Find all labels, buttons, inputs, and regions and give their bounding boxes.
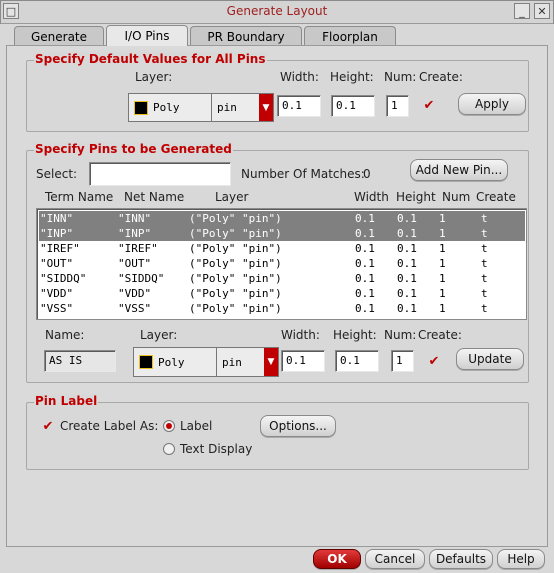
pin-width-field[interactable]: 0.1 xyxy=(281,350,325,372)
pin-name-label: Name: xyxy=(45,328,85,342)
minimize-icon[interactable]: _ xyxy=(514,3,530,19)
default-create-checkbox[interactable]: ✔ xyxy=(422,98,436,112)
table-row[interactable]: "VSS" "VSS" ("Poly" "pin") 0.1 0.1 1 t xyxy=(39,301,525,316)
pin-label-group-title: Pin Label xyxy=(34,394,99,408)
radio-text-display[interactable] xyxy=(163,443,175,455)
default-num-label: Num: xyxy=(384,70,417,84)
column-num: Num xyxy=(442,190,471,204)
window-title: Generate Layout xyxy=(226,4,328,18)
pin-layer-select[interactable]: Poly pin ▼ xyxy=(133,347,279,377)
help-button[interactable]: Help xyxy=(497,549,545,569)
default-layer-select[interactable]: Poly pin ▼ xyxy=(128,93,274,122)
add-new-pin-button[interactable]: Add New Pin... xyxy=(410,159,508,181)
default-layer-value: Poly xyxy=(153,101,180,114)
pin-create-checkbox[interactable]: ✔ xyxy=(427,354,441,368)
select-label: Select: xyxy=(36,167,78,181)
pins-table[interactable]: "INN" "INN" ("Poly" "pin") 0.1 0.1 1 t "… xyxy=(36,208,527,320)
pin-width-label: Width: xyxy=(281,328,320,342)
column-net-name: Net Name xyxy=(124,190,185,204)
window-menu-icon[interactable]: □ xyxy=(3,3,19,19)
matches-label: Number Of Matches: xyxy=(241,167,365,181)
pin-create-label: Create: xyxy=(418,328,462,342)
close-icon[interactable]: ✕ xyxy=(534,3,550,19)
tab-floorplan[interactable]: Floorplan xyxy=(304,26,396,46)
pin-num-label: Num: xyxy=(384,328,417,342)
default-create-label: Create: xyxy=(419,70,463,84)
table-row[interactable]: "IREF" "IREF" ("Poly" "pin") 0.1 0.1 1 t xyxy=(39,241,525,256)
pin-num-field[interactable]: 1 xyxy=(391,350,414,372)
matches-count: 0 xyxy=(363,167,371,181)
layer-color-swatch xyxy=(134,100,148,115)
table-row[interactable]: "VDD" "VDD" ("Poly" "pin") 0.1 0.1 1 t xyxy=(39,286,525,301)
default-width-field[interactable]: 0.1 xyxy=(277,95,321,117)
column-term-name: Term Name xyxy=(45,190,114,204)
defaults-button[interactable]: Defaults xyxy=(429,549,493,569)
default-height-field[interactable]: 0.1 xyxy=(331,95,375,117)
default-purpose-value: pin xyxy=(211,94,243,121)
chevron-down-icon[interactable]: ▼ xyxy=(264,348,278,376)
table-row[interactable]: "SIDDQ" "SIDDQ" ("Poly" "pin") 0.1 0.1 1… xyxy=(39,271,525,286)
ok-button[interactable]: OK xyxy=(313,549,361,569)
chevron-down-icon[interactable]: ▼ xyxy=(259,94,273,121)
table-row[interactable]: "INP" "INP" ("Poly" "pin") 0.1 0.1 1 t xyxy=(39,226,525,241)
pin-layer-label: Layer: xyxy=(140,328,178,342)
create-label-checkbox[interactable]: ✔ xyxy=(41,419,55,433)
default-width-label: Width: xyxy=(280,70,319,84)
pin-name-field[interactable]: AS IS xyxy=(44,350,116,372)
radio-label[interactable] xyxy=(163,420,175,432)
column-width: Width xyxy=(354,190,389,204)
pin-layer-value: Poly xyxy=(158,355,185,369)
cancel-button[interactable]: Cancel xyxy=(365,549,425,569)
radio-text-display-text: Text Display xyxy=(180,442,253,456)
default-layer-label: Layer: xyxy=(135,70,173,84)
layer-color-swatch xyxy=(139,355,153,369)
tab-io-pins[interactable]: I/O Pins xyxy=(106,25,188,46)
column-height: Height xyxy=(396,190,436,204)
tab-generate[interactable]: Generate xyxy=(14,26,104,46)
default-num-field[interactable]: 1 xyxy=(386,95,409,117)
default-height-label: Height: xyxy=(330,70,374,84)
radio-selected-dot xyxy=(166,423,172,429)
options-button[interactable]: Options... xyxy=(260,415,336,437)
column-create: Create xyxy=(476,190,516,204)
table-row[interactable]: "OUT" "OUT" ("Poly" "pin") 0.1 0.1 1 t xyxy=(39,256,525,271)
pins-group-title: Specify Pins to be Generated xyxy=(34,142,233,156)
pin-height-field[interactable]: 0.1 xyxy=(335,350,379,372)
defaults-group-title: Specify Default Values for All Pins xyxy=(34,52,267,66)
apply-button[interactable]: Apply xyxy=(458,93,526,115)
create-label-as-label: Create Label As: xyxy=(60,419,159,433)
update-button[interactable]: Update xyxy=(456,348,524,370)
pin-purpose-value: pin xyxy=(216,348,248,376)
column-layer: Layer xyxy=(215,190,249,204)
pin-height-label: Height: xyxy=(333,328,377,342)
tab-pr-boundary[interactable]: PR Boundary xyxy=(190,26,302,46)
select-filter-input[interactable] xyxy=(89,162,231,186)
radio-label-text: Label xyxy=(180,419,213,433)
table-row[interactable]: "INN" "INN" ("Poly" "pin") 0.1 0.1 1 t xyxy=(39,211,525,226)
